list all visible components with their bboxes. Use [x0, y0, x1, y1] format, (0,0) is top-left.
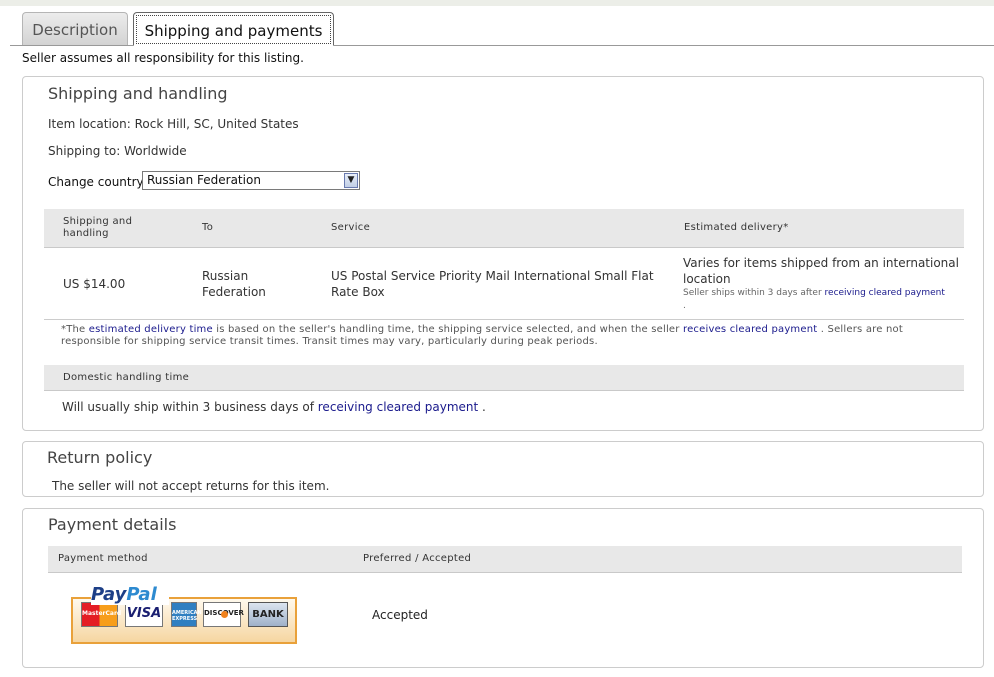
delivery-disclaimer: *The estimated delivery time is based on… [61, 324, 945, 348]
domestic-handling-label: Domestic handling time [63, 372, 190, 383]
payment-details-title: Payment details [48, 515, 177, 534]
paypal-logo: PayPal MasterCard VISA AMERICAN EXPRESS … [71, 584, 297, 644]
chevron-down-icon[interactable]: ▼ [344, 173, 358, 188]
mastercard-icon: MasterCard [81, 602, 121, 627]
bank-icon: BANK [248, 602, 288, 627]
discover-icon: DISCOVER [203, 602, 244, 627]
visa-icon: VISA [125, 602, 163, 627]
disclaimer-text-1: *The [61, 324, 89, 335]
receives-cleared-payment-link[interactable]: receives cleared payment [683, 324, 817, 335]
amex-icon: AMERICAN EXPRESS [171, 602, 202, 627]
col-service: Service [331, 222, 371, 233]
col-preferred-accepted: Preferred / Accepted [363, 553, 472, 564]
shipping-panel: Shipping and handling Item location: Roc… [22, 76, 984, 431]
payment-table-header: Payment method Preferred / Accepted [48, 546, 962, 573]
domestic-suffix: . [478, 400, 486, 414]
country-select[interactable]: Russian Federation ▼ [142, 171, 360, 190]
payment-details-panel: Payment details Payment method Preferred… [22, 508, 984, 668]
handling-subnote-text: Seller ships within 3 days after [683, 288, 822, 298]
item-location: Item location: Rock Hill, SC, United Sta… [48, 117, 299, 131]
ship-to-line-1: Russian [202, 269, 249, 283]
col-payment-method: Payment method [58, 553, 148, 564]
seller-responsibility-note: Seller assumes all responsibility for th… [22, 51, 304, 65]
receiving-cleared-payment-link[interactable]: receiving cleared payment [825, 288, 945, 298]
return-policy-title: Return policy [47, 448, 153, 467]
estimated-delivery: Varies for items shipped from an interna… [683, 255, 959, 287]
estimated-delivery-time-link[interactable]: estimated delivery time [89, 324, 213, 335]
payment-status: Accepted [372, 608, 428, 622]
tab-description[interactable]: Description [22, 12, 128, 45]
domestic-text: Will usually ship within 3 business days… [62, 400, 314, 414]
service-line-2: Rate Box [331, 285, 385, 299]
change-country-label: Change country: [48, 175, 147, 189]
paypal-wordmark: PayPal [91, 584, 169, 605]
shipping-table-header: Shipping and handling To Service Estimat… [44, 209, 964, 248]
delivery-line-1: Varies for items shipped from an interna… [683, 256, 959, 270]
domestic-cleared-payment-link[interactable]: receiving cleared payment [318, 400, 478, 414]
row-divider [44, 319, 964, 320]
col-shipping-handling: Shipping and handling [63, 216, 133, 239]
shipping-service: US Postal Service Priority Mail Internat… [331, 268, 654, 300]
handling-subnote-period: . [683, 301, 686, 311]
shipping-title: Shipping and handling [48, 84, 228, 103]
disclaimer-text-2: is based on the seller's handling time, … [212, 324, 683, 335]
shipping-cost: US $14.00 [63, 277, 126, 291]
col-to: To [202, 222, 214, 233]
tab-shipping-label: Shipping and payments [136, 15, 331, 44]
delivery-line-2: location [683, 272, 731, 286]
ship-to-destination: Russian Federation [202, 268, 266, 300]
handling-subnote: Seller ships within 3 days after receivi… [683, 287, 963, 313]
shipping-to: Shipping to: Worldwide [48, 144, 187, 158]
domestic-handling-text: Will usually ship within 3 business days… [62, 400, 486, 414]
return-policy-panel: Return policy The seller will not accept… [22, 441, 984, 497]
col-estimated-delivery: Estimated delivery* [684, 222, 789, 233]
domestic-handling-header: Domestic handling time [44, 365, 964, 391]
tab-shipping-and-payments[interactable]: Shipping and payments [133, 12, 334, 46]
ship-to-line-2: Federation [202, 285, 266, 299]
service-line-1: US Postal Service Priority Mail Internat… [331, 269, 654, 283]
return-policy-text: The seller will not accept returns for t… [52, 479, 330, 493]
country-select-value: Russian Federation [147, 173, 261, 187]
top-bar [0, 0, 994, 6]
